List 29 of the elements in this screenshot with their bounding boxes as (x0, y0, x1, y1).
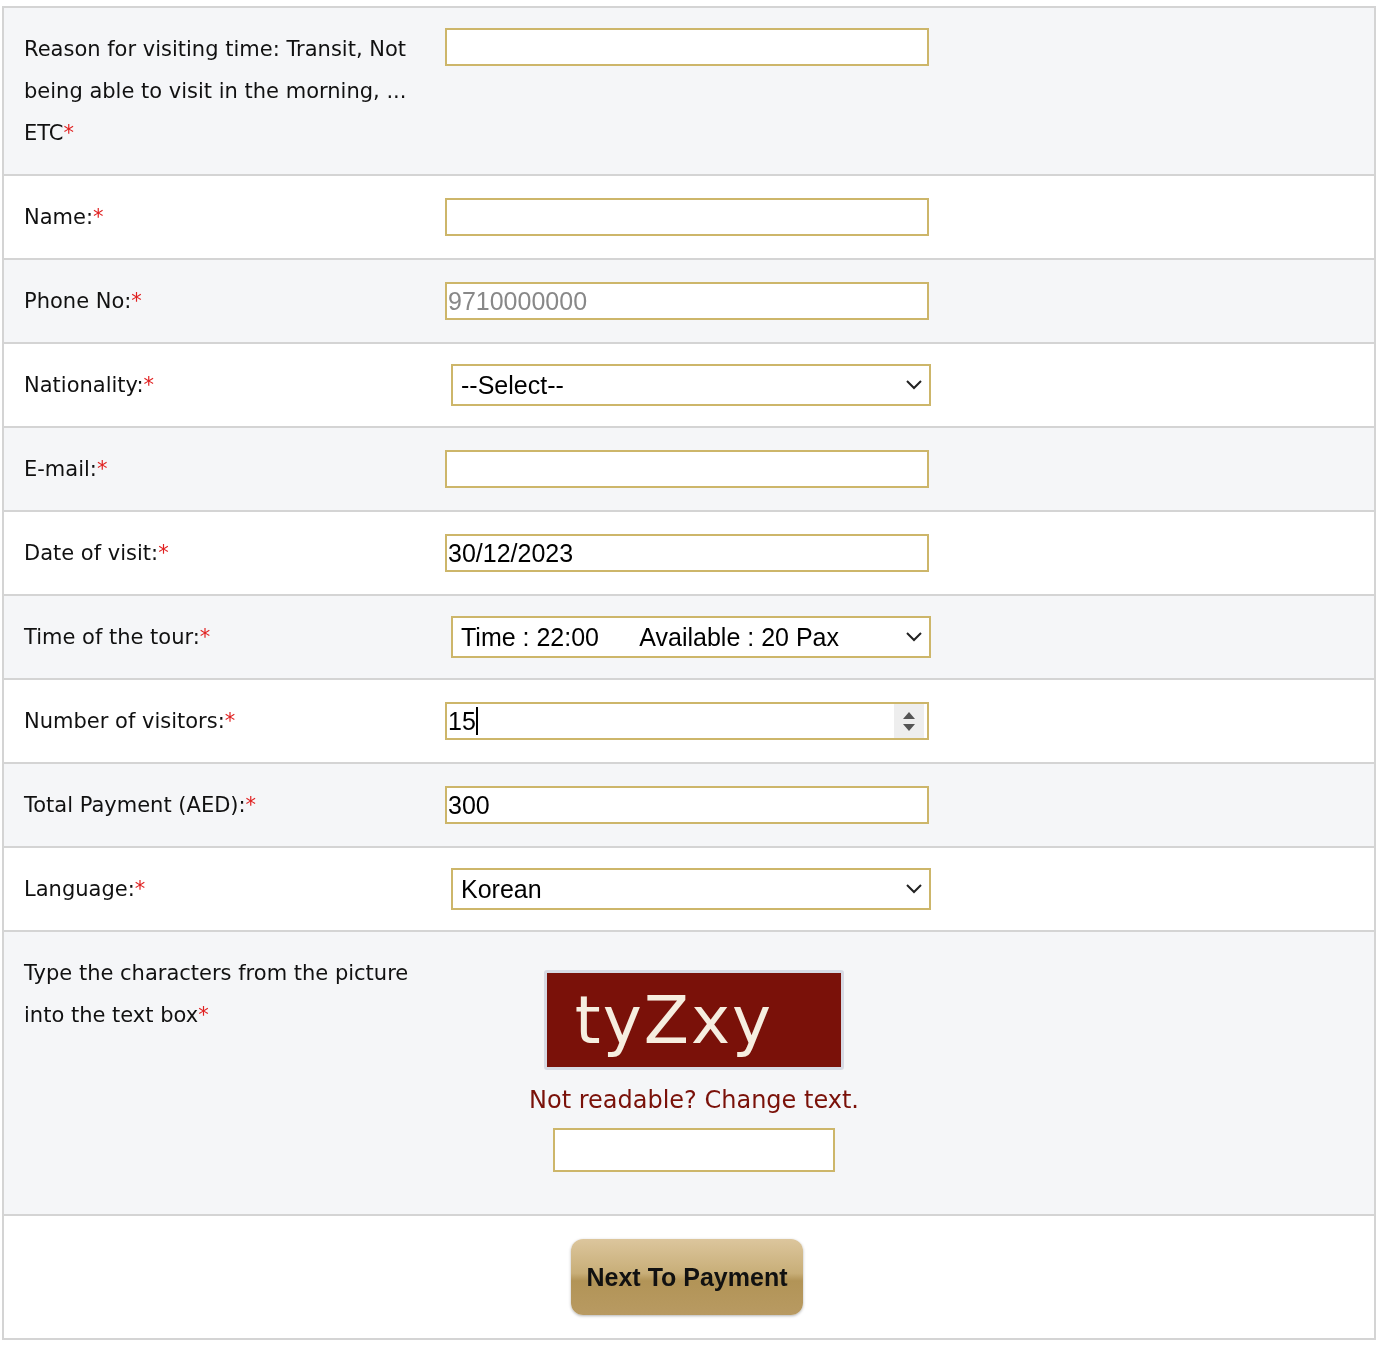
field-label: Date of visit:* (23, 540, 170, 567)
field-label: Name:* (23, 204, 105, 231)
field-label: Total Payment (AED):* (23, 792, 258, 819)
field-label: Time of the tour:* (23, 624, 212, 651)
dropdown[interactable]: Korean (451, 868, 931, 910)
chevron-down-icon (905, 379, 923, 391)
number-field[interactable]: 15 (445, 702, 929, 740)
captcha-image: tyZxy (544, 970, 844, 1070)
captcha-field[interactable] (553, 1128, 835, 1172)
text-field[interactable]: 9710000000 (445, 282, 929, 320)
field-label: Nationality:* (23, 372, 156, 399)
text-field[interactable]: 300 (445, 786, 929, 824)
text-field[interactable]: 30/12/2023 (445, 534, 929, 572)
change-text-link[interactable]: Not readable? Change text. (529, 1086, 859, 1114)
chevron-down-icon (905, 883, 923, 895)
dropdown[interactable]: Time : 22:00 Available : 20 Pax (451, 616, 931, 658)
field-label: Reason for visiting time: Transit, Not being able to visit in the morning, ... ETC* (23, 36, 408, 147)
field-label: Language:* (23, 876, 147, 903)
text-field[interactable] (445, 450, 929, 488)
dropdown[interactable]: --Select-- (451, 364, 931, 406)
field-label: Phone No:* (23, 288, 143, 315)
chevron-down-icon (905, 631, 923, 643)
text-field[interactable] (445, 28, 929, 66)
text-field[interactable] (445, 198, 929, 236)
field-label: Number of visitors:* (23, 708, 237, 735)
field-label: E-mail:* (23, 456, 109, 483)
spinner-icon[interactable] (894, 704, 924, 738)
field-label: Type the characters from the picture into the text box* (23, 960, 410, 1029)
next-button[interactable]: Next To Payment (571, 1239, 803, 1315)
